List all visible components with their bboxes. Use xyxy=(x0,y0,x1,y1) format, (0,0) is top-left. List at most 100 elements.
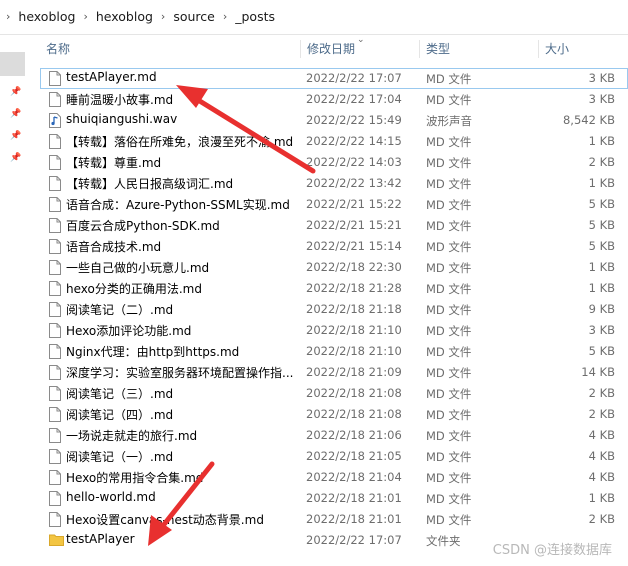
file-name: Hexo的常用指令合集.md xyxy=(66,471,204,485)
file-size: 2 KB xyxy=(588,155,615,169)
file-name: 阅读笔记（四）.md xyxy=(66,408,174,422)
table-row[interactable]: 一些自己做的小玩意儿.md 2022/2/18 22:30 MD 文件 1 KB xyxy=(40,257,628,278)
file-type: MD 文件 xyxy=(426,72,472,86)
file-type: MD 文件 xyxy=(426,492,472,506)
document-icon xyxy=(49,470,61,485)
table-row[interactable]: shuiqiangushi.wav 2022/2/22 15:49 波形声音 8,54… xyxy=(40,110,628,131)
file-size: 3 KB xyxy=(588,92,615,106)
table-row[interactable]: 阅读笔记（一）.md 2022/2/18 21:05 MD 文件 4 KB xyxy=(40,446,628,467)
column-name-label: 名称 xyxy=(46,42,71,56)
file-type: MD 文件 xyxy=(426,513,472,527)
table-row[interactable]: Nginx代理：由http到https.md 2022/2/18 21:10 MD … xyxy=(40,341,628,362)
table-row[interactable]: 百度云合成Python-SDK.md 2022/2/21 15:21 MD 文件 5 … xyxy=(40,215,628,236)
sort-chevron-icon: ⌄ xyxy=(357,35,365,45)
file-name: 一些自己做的小玩意儿.md xyxy=(66,261,210,275)
table-row[interactable]: 阅读笔记（二）.md 2022/2/18 21:18 MD 文件 9 KB xyxy=(40,299,628,320)
file-type: MD 文件 xyxy=(426,345,472,359)
document-icon xyxy=(49,449,61,464)
table-row[interactable]: 【转载】尊重.md 2022/2/22 14:03 MD 文件 2 KB xyxy=(40,152,628,173)
pin-icon[interactable]: 📌 xyxy=(10,87,21,97)
table-row[interactable]: 语音合成技术.md 2022/2/21 15:14 MD 文件 5 KB xyxy=(40,236,628,257)
file-size: 4 KB xyxy=(588,449,615,463)
chevron-right-icon: › xyxy=(6,10,11,23)
file-date: 2022/2/22 15:49 xyxy=(306,113,402,127)
file-date: 2022/2/22 14:15 xyxy=(306,134,402,148)
nav-selected-item[interactable] xyxy=(0,52,25,76)
file-date: 2022/2/18 22:30 xyxy=(306,260,402,274)
file-size: 1 KB xyxy=(588,281,615,295)
pin-icon[interactable]: 📌 xyxy=(10,131,21,141)
document-icon xyxy=(49,344,61,359)
file-size: 1 KB xyxy=(588,260,615,274)
table-row[interactable]: hexo分类的正确用法.md 2022/2/18 21:28 MD 文件 1 KB xyxy=(40,278,628,299)
column-size-label: 大小 xyxy=(545,42,570,56)
file-size: 1 KB xyxy=(588,134,615,148)
document-icon xyxy=(49,197,61,212)
file-type: MD 文件 xyxy=(426,261,472,275)
table-row[interactable]: 深度学习：实验室服务器环境配置操作指... 2022/2/18 21:09 MD 文… xyxy=(40,362,628,383)
document-icon xyxy=(49,71,61,86)
file-name: hello-world.md xyxy=(66,490,156,504)
file-date: 2022/2/22 13:42 xyxy=(306,176,402,190)
table-row[interactable]: 阅读笔记（四）.md 2022/2/18 21:08 MD 文件 2 KB xyxy=(40,404,628,425)
breadcrumb-item-4[interactable]: _posts xyxy=(235,9,275,24)
document-icon xyxy=(49,386,61,401)
document-icon xyxy=(49,218,61,233)
file-type: MD 文件 xyxy=(426,429,472,443)
file-name: 语音合成技术.md xyxy=(66,240,162,254)
file-name: 深度学习：实验室服务器环境配置操作指... xyxy=(66,366,294,380)
column-header-size[interactable]: 大小 xyxy=(539,36,619,62)
column-header-type[interactable]: 类型 xyxy=(420,36,539,62)
column-header-name[interactable]: 名称 xyxy=(40,36,301,62)
file-date: 2022/2/18 21:08 xyxy=(306,407,402,421)
file-date: 2022/2/21 15:21 xyxy=(306,218,402,232)
table-row[interactable]: testAPlayer.md 2022/2/22 17:07 MD 文件 3 KB xyxy=(40,68,628,89)
file-size: 5 KB xyxy=(588,344,615,358)
pin-icon[interactable]: 📌 xyxy=(10,109,21,119)
file-type: MD 文件 xyxy=(426,282,472,296)
document-icon xyxy=(49,407,61,422)
file-type: MD 文件 xyxy=(426,135,472,149)
file-date: 2022/2/21 15:22 xyxy=(306,197,402,211)
file-name: Nginx代理：由http到https.md xyxy=(66,345,240,359)
file-type: MD 文件 xyxy=(426,408,472,422)
table-row[interactable]: 阅读笔记（三）.md 2022/2/18 21:08 MD 文件 2 KB xyxy=(40,383,628,404)
breadcrumb-item-2[interactable]: hexoblog xyxy=(96,9,153,24)
file-name: 阅读笔记（二）.md xyxy=(66,303,174,317)
file-name: testAPlayer.md xyxy=(66,70,157,84)
table-row[interactable]: Hexo添加评论功能.md 2022/2/18 21:10 MD 文件 3 KB xyxy=(40,320,628,341)
table-row[interactable]: 一场说走就走的旅行.md 2022/2/18 21:06 MD 文件 4 KB xyxy=(40,425,628,446)
table-row[interactable]: Hexo设置canvas-nest动态背景.md 2022/2/18 21:01 M… xyxy=(40,509,628,530)
address-bar[interactable]: › hexoblog › hexoblog › source › _posts xyxy=(0,0,628,34)
table-row[interactable]: hello-world.md 2022/2/18 21:01 MD 文件 1 KB xyxy=(40,488,628,509)
file-date: 2022/2/18 21:28 xyxy=(306,281,402,295)
file-date: 2022/2/18 21:10 xyxy=(306,344,402,358)
column-header: 名称 修改日期 ⌄ 类型 大小 xyxy=(40,35,628,62)
file-name: 睡前温暖小故事.md xyxy=(66,93,174,107)
table-row[interactable]: 【转载】人民日报高级词汇.md 2022/2/22 13:42 MD 文件 1 KB xyxy=(40,173,628,194)
pin-icon[interactable]: 📌 xyxy=(10,153,21,163)
table-row[interactable]: Hexo的常用指令合集.md 2022/2/18 21:04 MD 文件 4 KB xyxy=(40,467,628,488)
file-size: 2 KB xyxy=(588,386,615,400)
breadcrumb-item-1[interactable]: hexoblog xyxy=(18,9,75,24)
file-date: 2022/2/18 21:06 xyxy=(306,428,402,442)
file-type: 文件夹 xyxy=(426,534,461,548)
file-size: 3 KB xyxy=(588,71,615,85)
folder-icon xyxy=(49,533,64,548)
file-name: shuiqiangushi.wav xyxy=(66,112,178,126)
file-name: Hexo添加评论功能.md xyxy=(66,324,192,338)
document-icon xyxy=(49,323,61,338)
file-date: 2022/2/18 21:01 xyxy=(306,491,402,505)
file-size: 14 KB xyxy=(581,365,615,379)
file-size: 2 KB xyxy=(588,407,615,421)
file-type: MD 文件 xyxy=(426,177,472,191)
table-row[interactable]: 睡前温暖小故事.md 2022/2/22 17:04 MD 文件 3 KB xyxy=(40,89,628,110)
chevron-right-icon: › xyxy=(83,10,88,23)
table-row[interactable]: 【转载】落俗在所难免，浪漫至死不渝.md 2022/2/22 14:15 MD 文件… xyxy=(40,131,628,152)
file-type: MD 文件 xyxy=(426,366,472,380)
file-name: Hexo设置canvas-nest动态背景.md xyxy=(66,513,264,527)
file-size: 5 KB xyxy=(588,239,615,253)
file-size: 2 KB xyxy=(588,512,615,526)
breadcrumb-item-3[interactable]: source xyxy=(173,9,215,24)
table-row[interactable]: 语音合成：Azure-Python-SSML实现.md 2022/2/21 15:… xyxy=(40,194,628,215)
